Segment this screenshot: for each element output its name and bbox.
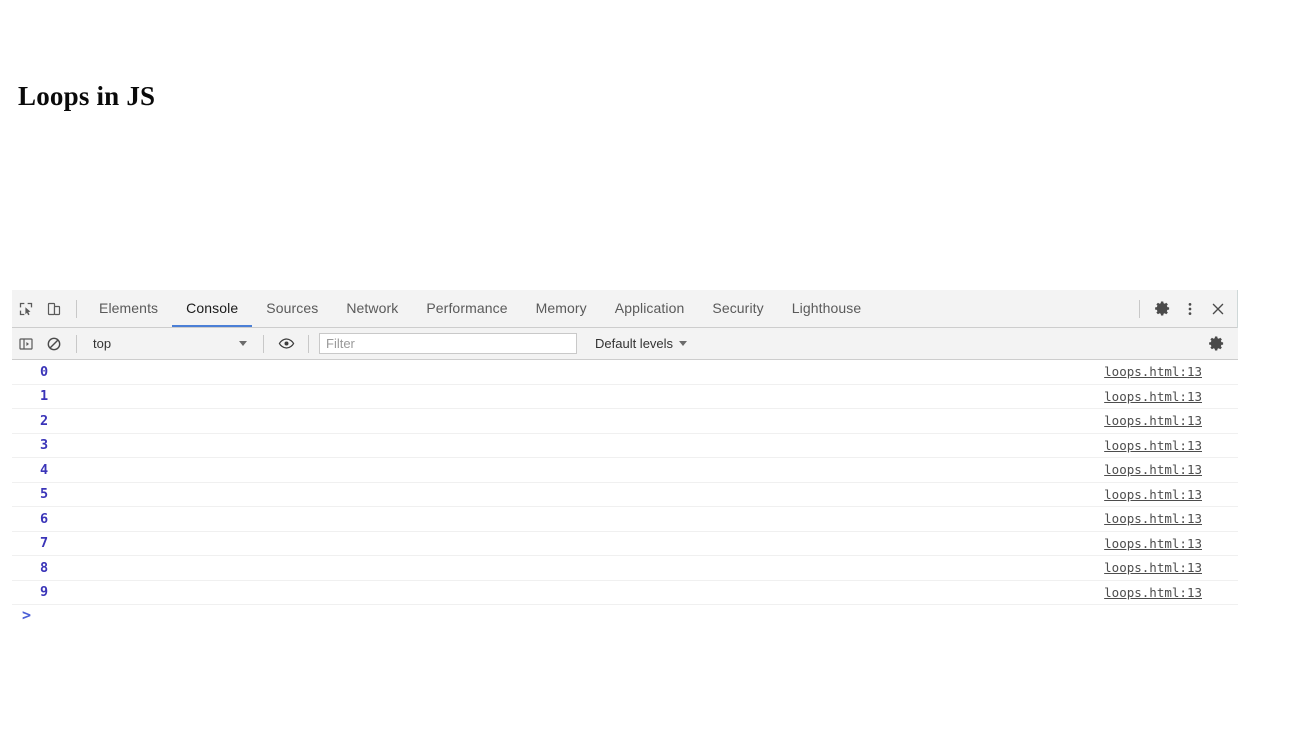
console-message-row[interactable]: 1 loops.html:13	[12, 385, 1238, 409]
console-message-value: 4	[40, 461, 49, 478]
tab-label: Lighthouse	[791, 299, 862, 316]
console-source-link[interactable]: loops.html:13	[1104, 511, 1202, 526]
execution-context-label: top	[93, 336, 112, 351]
console-message-value: 7	[40, 535, 49, 552]
console-source-link[interactable]: loops.html:13	[1104, 462, 1202, 477]
execution-context-select[interactable]: top	[85, 332, 255, 356]
tabbar-right-controls	[1131, 295, 1238, 323]
chevron-down-icon	[679, 341, 688, 346]
tab-performance[interactable]: Performance	[412, 290, 521, 327]
console-message-value: 3	[40, 437, 49, 454]
console-message-value: 2	[40, 412, 49, 429]
console-message-row[interactable]: 6 loops.html:13	[12, 507, 1238, 532]
live-expression-eye-icon[interactable]	[272, 330, 300, 358]
console-source-link[interactable]: loops.html:13	[1104, 364, 1202, 379]
console-source-link[interactable]: loops.html:13	[1104, 536, 1202, 551]
console-source-link[interactable]: loops.html:13	[1104, 487, 1202, 502]
log-levels-select[interactable]: Default levels	[595, 332, 688, 356]
filterbar-divider	[308, 334, 309, 353]
console-message-row[interactable]: 3 loops.html:13	[12, 434, 1238, 458]
console-message-value: 8	[40, 559, 49, 576]
console-message-value: 1	[40, 388, 49, 405]
console-sidebar-toggle-icon[interactable]	[12, 330, 40, 358]
tab-label: Performance	[426, 299, 508, 316]
console-message-row[interactable]: 9 loops.html:13	[12, 581, 1238, 605]
tab-label: Application	[614, 299, 685, 316]
tab-elements[interactable]: Elements	[85, 290, 172, 327]
page-title: Loops in JS	[18, 81, 156, 112]
prompt-chevron-icon: >	[22, 606, 32, 624]
console-message-list[interactable]: 0 loops.html:13 1 loops.html:13 2 loops.…	[12, 360, 1238, 638]
tab-console[interactable]: Console	[172, 290, 253, 327]
tab-application[interactable]: Application	[601, 290, 699, 327]
tab-label: Console	[186, 299, 239, 316]
tab-network[interactable]: Network	[332, 290, 412, 327]
tab-label: Network	[346, 299, 399, 316]
console-filterbar: top Default levels	[12, 328, 1238, 360]
console-message-row[interactable]: 2 loops.html:13	[12, 409, 1238, 434]
console-message-value: 0	[40, 363, 49, 380]
tab-label: Elements	[99, 299, 159, 316]
filter-input[interactable]	[319, 333, 577, 354]
console-message-value: 5	[40, 486, 49, 503]
devtools-panel: Elements Console Sources Network Perform…	[12, 290, 1238, 640]
inspect-element-icon[interactable]	[12, 295, 40, 323]
console-source-link[interactable]: loops.html:13	[1104, 413, 1202, 428]
console-message-row[interactable]: 8 loops.html:13	[12, 556, 1238, 581]
devtools-tabbar: Elements Console Sources Network Perform…	[12, 290, 1238, 361]
web-page-content: Loops in JS	[0, 0, 1122, 288]
tab-label: Memory	[535, 299, 587, 316]
tab-memory[interactable]: Memory	[522, 290, 601, 327]
console-message-row[interactable]: 7 loops.html:13	[12, 532, 1238, 556]
console-message-row[interactable]: 0 loops.html:13	[12, 360, 1238, 385]
tab-security[interactable]: Security	[698, 290, 777, 327]
kebab-menu-icon[interactable]	[1176, 295, 1204, 323]
toolbar-divider	[1139, 299, 1140, 318]
tab-label: Sources	[266, 299, 319, 316]
console-message-value: 9	[40, 584, 49, 601]
toolbar-divider	[76, 299, 77, 318]
console-message-row[interactable]: 5 loops.html:13	[12, 483, 1238, 507]
gear-icon[interactable]	[1148, 295, 1176, 323]
console-source-link[interactable]: loops.html:13	[1104, 438, 1202, 453]
console-source-link[interactable]: loops.html:13	[1104, 389, 1202, 404]
console-settings-gear-icon[interactable]	[1202, 330, 1230, 358]
clear-console-icon[interactable]	[40, 330, 68, 358]
tab-lighthouse[interactable]: Lighthouse	[778, 290, 876, 327]
filterbar-divider	[76, 334, 77, 353]
device-toolbar-icon[interactable]	[40, 295, 68, 323]
console-prompt[interactable]: >	[12, 605, 1238, 629]
filterbar-divider	[263, 334, 264, 353]
tab-label: Security	[712, 299, 764, 316]
log-levels-label: Default levels	[595, 336, 674, 351]
console-message-value: 6	[40, 510, 49, 527]
chevron-down-icon	[239, 341, 247, 346]
console-source-link[interactable]: loops.html:13	[1104, 560, 1202, 575]
console-message-row[interactable]: 4 loops.html:13	[12, 458, 1238, 483]
console-source-link[interactable]: loops.html:13	[1104, 585, 1202, 600]
close-icon[interactable]	[1204, 295, 1232, 323]
tab-sources[interactable]: Sources	[252, 290, 332, 327]
